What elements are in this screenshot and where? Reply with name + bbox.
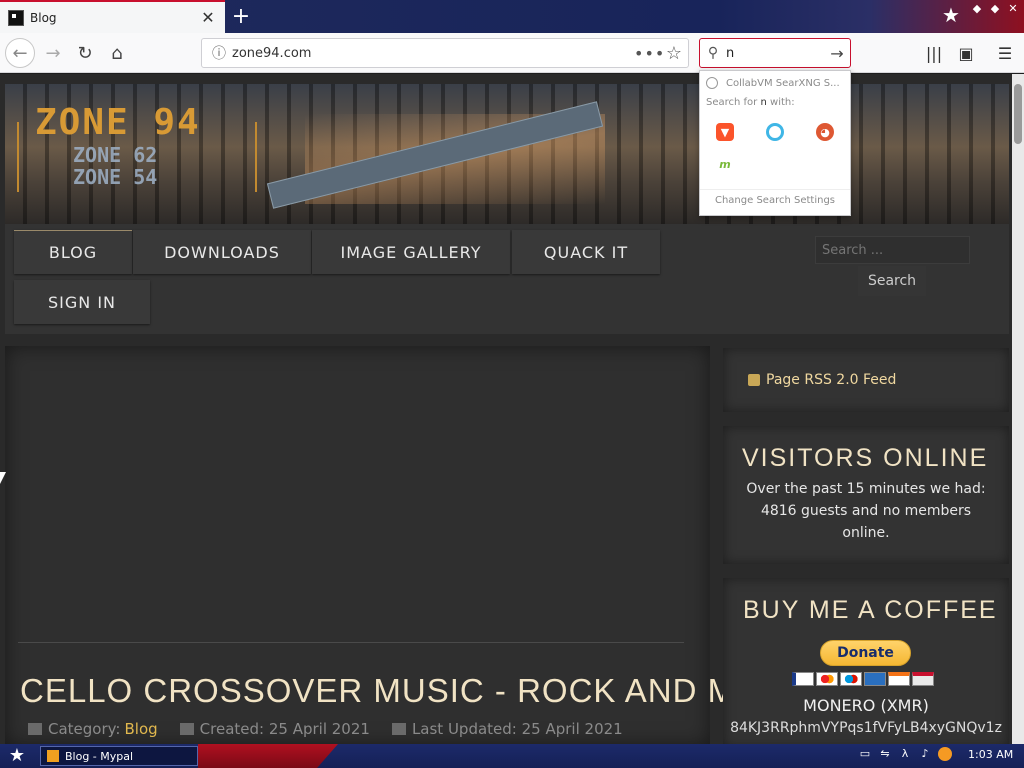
rss-label[interactable]: Page RSS 2.0 Feed (766, 372, 896, 388)
search-input[interactable]: n (726, 46, 824, 61)
search-suggestions-popup: CollabVM SearXNG S... Search for n with:… (699, 70, 851, 216)
scrollbar-thumb[interactable] (1014, 84, 1022, 144)
maximize-icon[interactable]: ◆ (988, 2, 1002, 18)
home-button[interactable]: ⌂ (102, 38, 132, 68)
hint-suffix: with: (770, 97, 795, 108)
logo-sub-line2: ZONE 54 (73, 165, 158, 189)
maestro-icon (840, 672, 862, 686)
tab-blog[interactable]: Blog ✕ (0, 0, 225, 33)
rss-link[interactable]: Page RSS 2.0 Feed (748, 372, 896, 388)
language-icon[interactable]: λ (898, 747, 912, 761)
system-tray: ▭ ⇋ λ ♪ (858, 747, 952, 761)
page-scrollbar[interactable] (1012, 74, 1024, 744)
visitors-text: Over the past 15 minutes we had: 4816 gu… (730, 478, 1002, 544)
donate-button[interactable]: Donate (820, 640, 911, 666)
hint-prefix: Search for (706, 97, 758, 108)
site-search-button[interactable]: Search (858, 266, 926, 296)
firefox-tray-icon[interactable] (938, 747, 952, 761)
web-page: ZONE 94 ZONE 62 ZONE 54 BLOG DOWNLOADS I… (0, 74, 1012, 744)
article-divider (18, 642, 684, 643)
calendar-updated-icon (391, 723, 406, 735)
article-title[interactable]: CELLO CROSSOVER MUSIC - ROCK AND METAL (20, 672, 820, 710)
change-search-settings-link[interactable]: Change Search Settings (700, 189, 850, 206)
nav-toolbar: ← → ↻ ⌂ ⓘ zone94.com ••• ☆ ⚲ n → ||| ▣ ☰ (0, 33, 1024, 73)
rss-icon (748, 374, 760, 386)
tab-strip: Blog ✕ + ★ ◆ ◆ ✕ (0, 0, 1024, 33)
keyboard-icon[interactable]: ▭ (858, 747, 872, 761)
duckduckgo-engine-icon[interactable]: ◕ (816, 123, 834, 141)
coin-name: MONERO (XMR) (803, 696, 929, 715)
taskbar-window-title: Blog - Mypal (65, 749, 134, 763)
amex-icon (864, 672, 886, 686)
new-tab-button[interactable]: + (229, 4, 253, 29)
bank-card-icon (912, 672, 934, 686)
category-label: Category: (48, 720, 121, 738)
article-meta: Category: Blog Created: 25 April 2021 La… (28, 720, 623, 738)
coffee-heading: BUY ME A COFFEE (743, 596, 998, 624)
back-button[interactable]: ← (5, 38, 35, 68)
created-date: Created: 25 April 2021 (199, 720, 370, 738)
url-bar[interactable]: ⓘ zone94.com ••• ☆ (201, 38, 689, 68)
search-suggestion-item[interactable]: CollabVM SearXNG S... (706, 74, 846, 92)
search-go-icon[interactable]: → (824, 44, 850, 63)
nav-blog[interactable]: BLOG (14, 230, 132, 274)
qwant-engine-icon[interactable] (766, 123, 784, 141)
search-engines-hint: Search for n with: (706, 97, 795, 108)
site-banner: ZONE 94 ZONE 62 ZONE 54 (5, 84, 1009, 224)
search-suggestion-label[interactable]: CollabVM SearXNG S... (726, 78, 840, 89)
discover-icon (888, 672, 910, 686)
coin-address[interactable]: 84KJ3RRphmVYPqs1fVFyLB4xyGNQv1z (730, 720, 1002, 736)
logo-sub-line1: ZONE 62 (73, 143, 158, 167)
nav-sign-in[interactable]: SIGN IN (14, 280, 150, 324)
mastercard-icon (816, 672, 838, 686)
folder-icon (28, 723, 42, 735)
site-search-input[interactable] (816, 237, 969, 263)
forward-button[interactable]: → (38, 38, 68, 68)
page-actions-button[interactable]: ••• (634, 44, 664, 63)
site-favicon-icon (8, 9, 24, 26)
site-search-box[interactable] (815, 236, 970, 264)
category-link[interactable]: Blog (124, 720, 157, 738)
nav-quack-it[interactable]: QUACK IT (512, 230, 660, 274)
info-icon[interactable]: ⓘ (206, 43, 232, 63)
volume-icon[interactable]: ♪ (918, 747, 932, 761)
site-logo[interactable]: ZONE 94 (35, 102, 201, 143)
taskbar-window-button[interactable]: Blog - Mypal (40, 746, 198, 766)
bookmark-star-icon[interactable]: ☆ (660, 43, 688, 64)
clock[interactable]: 1:03 AM (968, 748, 1013, 761)
visa-icon (792, 672, 814, 686)
mouse-cursor-icon (0, 472, 6, 484)
globe-icon (706, 77, 718, 89)
tab-title: Blog (30, 10, 57, 25)
sidebar-icon[interactable]: ▣ (954, 41, 978, 65)
nav-image-gallery[interactable]: IMAGE GALLERY (312, 230, 510, 274)
url-text[interactable]: zone94.com (232, 46, 634, 61)
taskbar-decoration (198, 744, 338, 768)
close-tab-icon[interactable]: ✕ (197, 7, 219, 29)
calendar-icon (179, 723, 194, 735)
reload-button[interactable]: ↻ (70, 38, 100, 68)
visitors-heading: VISITORS ONLINE (742, 444, 989, 472)
payment-cards (792, 672, 934, 686)
star-icon: ★ (942, 3, 960, 27)
visitors-line: 4816 guests and no members (760, 503, 972, 519)
updated-date: Last Updated: 25 April 2021 (411, 720, 623, 738)
nav-downloads[interactable]: DOWNLOADS (133, 230, 311, 274)
search-bar[interactable]: ⚲ n → (699, 38, 851, 68)
menu-icon[interactable]: ☰ (993, 41, 1017, 65)
start-menu-icon[interactable]: ★ (6, 746, 28, 766)
site-logo-sub: ZONE 62 ZONE 54 (73, 144, 157, 188)
library-icon[interactable]: ||| (922, 41, 946, 65)
brave-engine-icon[interactable]: ▼ (716, 123, 734, 141)
visitors-line: Over the past 15 minutes we had: (746, 481, 986, 497)
close-window-icon[interactable]: ✕ (1006, 2, 1020, 18)
taskbar: ★ Blog - Mypal ▭ ⇋ λ ♪ 1:03 AM (0, 744, 1024, 768)
network-icon[interactable]: ⇋ (878, 747, 892, 761)
visitors-line: online. (842, 525, 890, 541)
mojeek-engine-icon[interactable]: m (716, 155, 734, 173)
browser-app-icon (47, 750, 59, 762)
hint-query: n (760, 97, 767, 108)
minimize-icon[interactable]: ◆ (970, 2, 984, 18)
search-icon: ⚲ (707, 45, 719, 61)
